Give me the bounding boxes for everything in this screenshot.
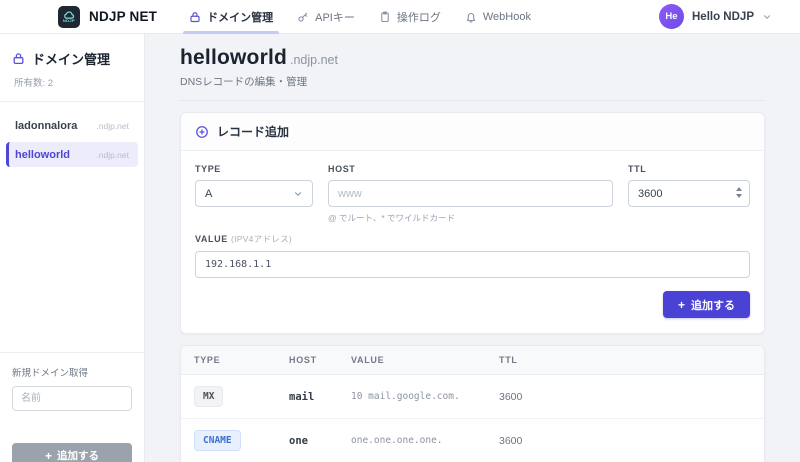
sidebar-title: ドメイン管理 [12,49,132,68]
table-row[interactable]: CNAME one one.one.one.one. 3600 [181,419,764,462]
record-type-badge: MX [194,386,223,407]
lock-icon [189,11,201,23]
host-input[interactable] [328,180,613,207]
domain-list: ladonnalora .ndjp.net helloworld .ndjp.n… [0,102,144,182]
main-nav: ドメイン管理 APIキー 操作ログ WebHook [177,0,543,34]
page-title-suffix: .ndjp.net [290,53,338,67]
sidebar: ドメイン管理 所有数: 2 ladonnalora .ndjp.net hell… [0,34,145,462]
user-menu[interactable]: He Hello NDJP [659,4,772,29]
domain-name: ladonnalora [15,120,77,132]
clipboard-icon [379,11,391,23]
record-value: 10 mail.google.com. [338,375,486,419]
add-record-card-header: レコード追加 [181,113,764,151]
number-stepper[interactable] [736,187,742,198]
page-header: helloworld.ndjp.net DNSレコードの編集・管理 [180,46,765,101]
domain-item-helloworld[interactable]: helloworld .ndjp.net [6,142,138,167]
value-label: VALUE [195,234,228,244]
table-header-row: TYPE HOST VALUE TTL [181,346,764,375]
key-icon [297,11,309,23]
new-domain-add-label: 追加する [57,448,99,462]
ttl-input[interactable] [628,180,750,207]
nav-item-webhook[interactable]: WebHook [453,0,543,34]
new-domain-label: 新規ドメイン取得 [12,365,132,379]
type-select[interactable]: A [195,180,313,207]
add-record-submit-label: 追加する [691,297,735,313]
records-table: TYPE HOST VALUE TTL MX mail 10 mail.goog… [181,346,764,462]
sidebar-title-label: ドメイン管理 [32,49,110,68]
host-help-text: @ でルート、* でワイルドカード [328,212,613,224]
bell-icon [465,11,477,23]
value-input[interactable] [195,251,750,278]
add-record-title: レコード追加 [217,123,289,140]
record-ttl: 3600 [486,419,764,462]
domain-name: helloworld [15,149,70,161]
nav-item-label: ドメイン管理 [207,9,273,25]
column-header-value: VALUE [338,346,486,375]
domain-item-ladonnalora[interactable]: ladonnalora .ndjp.net [6,113,138,138]
app-window: NDJP NDJP NET ドメイン管理 APIキー 操作ログ [0,0,800,462]
lock-icon [12,52,25,65]
nav-item-domain-management[interactable]: ドメイン管理 [177,0,285,34]
new-domain-input[interactable] [12,386,132,411]
nav-item-api-key[interactable]: APIキー [285,0,367,34]
nav-item-operation-log[interactable]: 操作ログ [367,0,453,34]
owned-count: 所有数: 2 [14,75,132,89]
plus-circle-icon [195,125,209,139]
user-name: Hello NDJP [692,11,754,23]
new-domain-section: 新規ドメイン取得 + 追加する [0,352,144,462]
record-host: one [276,419,338,462]
main-content: helloworld.ndjp.net DNSレコードの編集・管理 レコード追加… [145,34,800,462]
chevron-down-icon [293,189,303,199]
record-host: mail [276,375,338,419]
brand-logo[interactable]: NDJP [58,6,80,28]
type-label: TYPE [195,164,313,174]
stepper-up-icon[interactable] [736,187,742,191]
plus-icon: + [45,450,52,462]
record-value: one.one.one.one. [338,419,486,462]
top-bar: NDJP NDJP NET ドメイン管理 APIキー 操作ログ [0,0,800,34]
plus-icon: + [678,299,685,311]
add-record-form: TYPE A HOST @ でルート、* でワイルド [181,151,764,333]
ttl-label: TTL [628,164,750,174]
nav-item-label: WebHook [483,11,531,23]
add-record-submit-button[interactable]: + 追加する [663,291,750,318]
add-record-card: レコード追加 TYPE A HOST [180,112,765,334]
brand-name: NDJP NET [89,9,157,24]
new-domain-add-button[interactable]: + 追加する [12,443,132,462]
domain-suffix: .ndjp.net [96,150,129,160]
table-row[interactable]: MX mail 10 mail.google.com. 3600 [181,375,764,419]
nav-item-label: 操作ログ [397,9,441,25]
stepper-down-icon[interactable] [736,194,742,198]
host-label: HOST [328,164,613,174]
column-header-ttl: TTL [486,346,764,375]
column-header-host: HOST [276,346,338,375]
value-hint: (IPV4アドレス) [231,234,292,244]
type-select-value: A [205,188,212,200]
record-ttl: 3600 [486,375,764,419]
chevron-down-icon [762,12,772,22]
nav-item-label: APIキー [315,9,355,25]
page-subtitle: DNSレコードの編集・管理 [180,74,765,89]
record-type-badge: CNAME [194,430,241,451]
domain-suffix: .ndjp.net [96,121,129,131]
sidebar-header: ドメイン管理 所有数: 2 [0,34,144,99]
column-header-type: TYPE [181,346,276,375]
records-table-card: TYPE HOST VALUE TTL MX mail 10 mail.goog… [180,345,765,462]
avatar: He [659,4,684,29]
page-title: helloworld [180,46,287,69]
brand-logo-text: NDJP [63,19,75,23]
